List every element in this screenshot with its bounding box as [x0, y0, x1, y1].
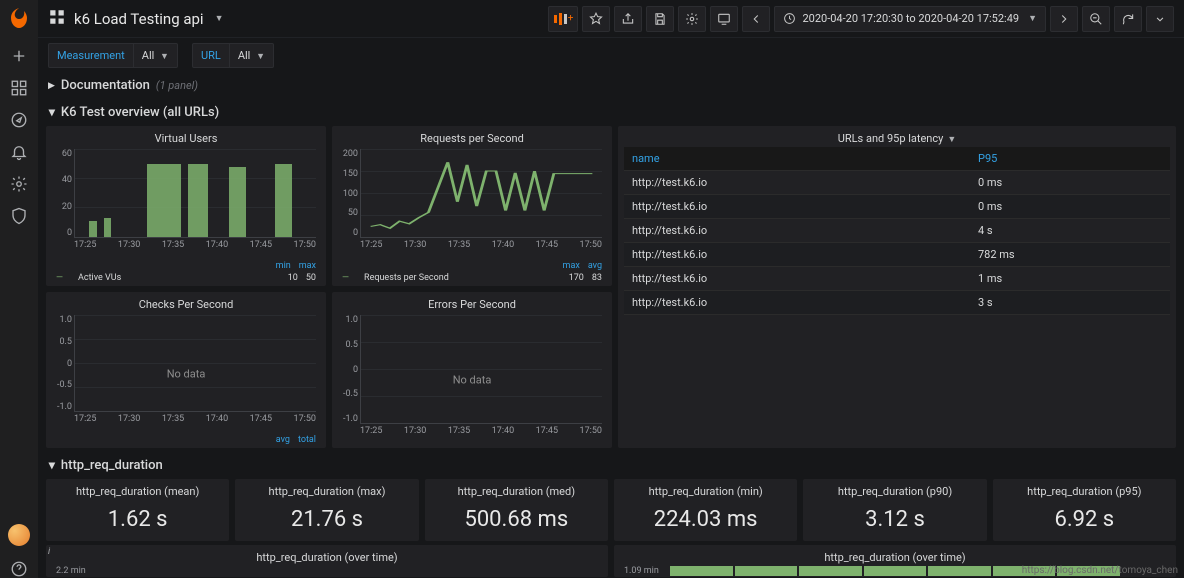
shield-icon[interactable]	[10, 207, 28, 225]
singlestat-panel[interactable]: http_req_duration (p90)3.12 s	[803, 479, 986, 541]
panel-over-time-1[interactable]: i http_req_duration (over time) 2.2 min	[46, 545, 608, 577]
panel-checks[interactable]: Checks Per Second 1.00.50-0.5-1.0 No dat…	[46, 292, 326, 448]
cycle-view-button[interactable]: +	[548, 6, 579, 32]
panel-title: http_req_duration (min)	[620, 483, 791, 500]
panel-title: Checks Per Second	[52, 296, 320, 313]
panel-title: Requests per Second	[338, 130, 606, 147]
singlestat-panel[interactable]: http_req_duration (p95)6.92 s	[993, 479, 1176, 541]
table-row[interactable]: http://test.k6.io3 s	[624, 291, 1170, 315]
stat-value: 500.68 ms	[431, 500, 602, 539]
compass-icon[interactable]	[10, 111, 28, 129]
row-http-req-duration[interactable]: ▶ http_req_duration	[46, 452, 1176, 479]
panel-title: http_req_duration (over time)	[620, 549, 1170, 566]
content: ▶ Documentation (1 panel) ▶ K6 Test over…	[38, 72, 1184, 578]
table-row[interactable]: http://test.k6.io782 ms	[624, 243, 1170, 267]
singlestat-panel[interactable]: http_req_duration (max)21.76 s	[235, 479, 418, 541]
chevron-down-icon: ▶	[46, 462, 56, 469]
singlestat-panel[interactable]: http_req_duration (min)224.03 ms	[614, 479, 797, 541]
table-row[interactable]: http://test.k6.io0 ms	[624, 171, 1170, 195]
table-row[interactable]: http://test.k6.io1 ms	[624, 267, 1170, 291]
chevron-down-icon[interactable]: ▼	[215, 13, 224, 24]
no-data-text: No data	[167, 367, 206, 380]
dashboard-grid-icon[interactable]	[48, 8, 66, 29]
chevron-down-icon: ▶	[46, 109, 56, 116]
tv-mode-button[interactable]	[710, 6, 738, 32]
time-range-picker[interactable]: 2020-04-20 17:20:30 to 2020-04-20 17:52:…	[774, 6, 1046, 32]
panel-virtual-users[interactable]: Virtual Users 6040200	[46, 126, 326, 286]
dashboard-title[interactable]: k6 Load Testing api	[74, 10, 204, 28]
chevron-right-icon: ▶	[48, 81, 55, 91]
refresh-interval-button[interactable]	[1146, 6, 1174, 32]
var-measurement-label: Measurement	[48, 43, 134, 68]
save-button[interactable]	[646, 6, 674, 32]
panel-title: http_req_duration (p90)	[809, 483, 980, 500]
time-forward-button[interactable]	[1050, 6, 1078, 32]
table-row[interactable]: http://test.k6.io0 ms	[624, 195, 1170, 219]
top-nav: k6 Load Testing api ▼ + 2020-04-20 17:20…	[38, 0, 1184, 38]
variable-bar: Measurement All ▼ URL All ▼	[38, 38, 1184, 72]
watermark: https://blog.csdn.net/tomoya_chen	[1022, 565, 1178, 576]
panel-title: Virtual Users	[52, 130, 320, 147]
stat-value: 224.03 ms	[620, 500, 791, 539]
zoom-out-button[interactable]	[1082, 6, 1110, 32]
panel-title: http_req_duration (mean)	[52, 483, 223, 500]
stat-value: 1.62 s	[52, 500, 223, 539]
var-measurement-value[interactable]: All ▼	[134, 43, 178, 68]
singlestat-panel[interactable]: http_req_duration (mean)1.62 s	[46, 479, 229, 541]
panel-title: http_req_duration (p95)	[999, 483, 1170, 500]
table-header: name P95	[624, 147, 1170, 171]
avatar[interactable]	[8, 524, 30, 546]
grafana-logo-icon[interactable]	[7, 6, 31, 33]
panel-title: http_req_duration (over time)	[52, 549, 602, 566]
var-url-value[interactable]: All ▼	[230, 43, 274, 68]
gear-icon[interactable]	[10, 175, 28, 193]
help-icon[interactable]	[10, 560, 28, 578]
star-button[interactable]	[582, 6, 610, 32]
plus-icon[interactable]	[10, 47, 28, 65]
bell-icon[interactable]	[10, 143, 28, 161]
stat-value: 6.92 s	[999, 500, 1170, 539]
no-data-text: No data	[453, 373, 492, 386]
panel-title: http_req_duration (med)	[431, 483, 602, 500]
panel-errors[interactable]: Errors Per Second 1.00.50-0.5-1.0 No dat…	[332, 292, 612, 448]
share-button[interactable]	[614, 6, 642, 32]
panel-urls-p95[interactable]: URLs and 95p latency▼ name P95 http://te…	[618, 126, 1176, 448]
panel-title: http_req_duration (max)	[241, 483, 412, 500]
main: k6 Load Testing api ▼ + 2020-04-20 17:20…	[38, 0, 1184, 578]
row-overview[interactable]: ▶ K6 Test overview (all URLs)	[46, 99, 1176, 126]
clock-icon	[783, 12, 796, 25]
sidebar	[0, 0, 38, 578]
panel-title: URLs and 95p latency▼	[624, 130, 1170, 147]
var-url-label: URL	[192, 43, 230, 68]
panel-rps[interactable]: Requests per Second 200150100500 17:2517…	[332, 126, 612, 286]
time-range-text: 2020-04-20 17:20:30 to 2020-04-20 17:52:…	[802, 12, 1019, 25]
refresh-button[interactable]	[1114, 6, 1142, 32]
time-back-button[interactable]	[742, 6, 770, 32]
chevron-down-icon: ▼	[1028, 13, 1037, 24]
row-documentation[interactable]: ▶ Documentation (1 panel)	[46, 72, 1176, 99]
apps-icon[interactable]	[10, 79, 28, 97]
settings-button[interactable]	[678, 6, 706, 32]
singlestat-panel[interactable]: http_req_duration (med)500.68 ms	[425, 479, 608, 541]
info-icon[interactable]: i	[48, 547, 50, 557]
panel-title: Errors Per Second	[338, 296, 606, 313]
table-row[interactable]: http://test.k6.io4 s	[624, 219, 1170, 243]
stat-value: 3.12 s	[809, 500, 980, 539]
stat-value: 21.76 s	[241, 500, 412, 539]
